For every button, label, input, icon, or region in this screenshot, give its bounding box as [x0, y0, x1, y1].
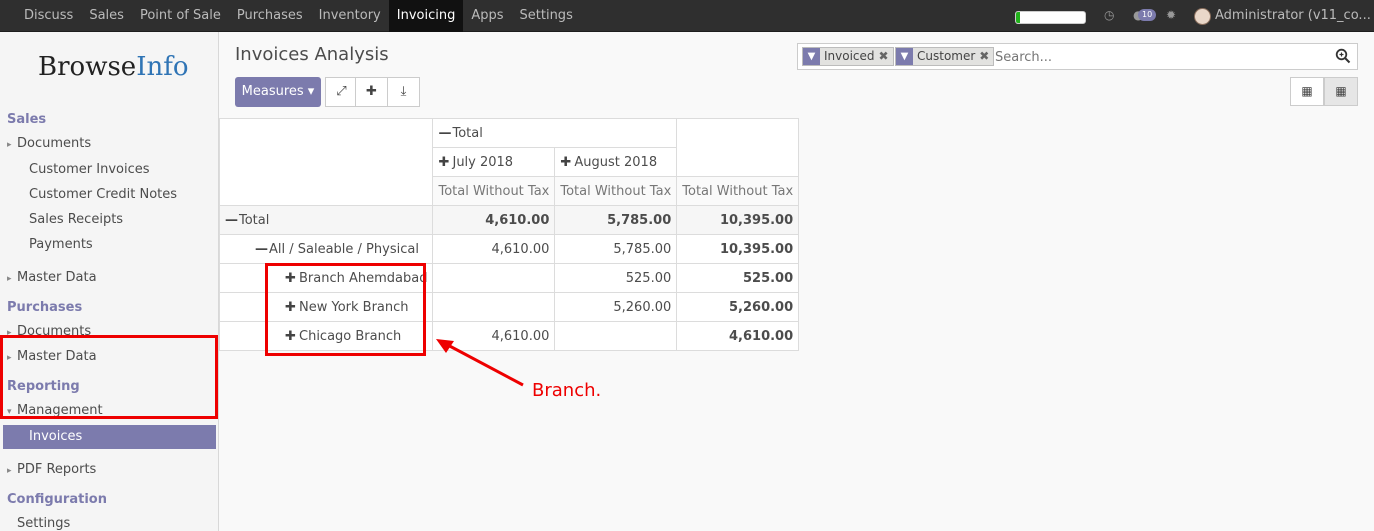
- caret-right-icon: ▸: [7, 466, 12, 476]
- cell: [554, 321, 678, 351]
- messages-badge: 10: [1138, 9, 1157, 21]
- graph-view-button[interactable]: ▦: [1290, 77, 1324, 106]
- facet-customer[interactable]: ▼ Customer ✖: [895, 47, 995, 66]
- menu-discuss[interactable]: Discuss: [16, 0, 81, 32]
- col-header-total[interactable]: —Total: [432, 118, 678, 148]
- close-icon[interactable]: ✖: [979, 49, 989, 63]
- annotation-label: Branch.: [532, 380, 602, 401]
- cell: [432, 263, 556, 293]
- flip-axis-button[interactable]: ⤢: [325, 77, 358, 107]
- menu-sales[interactable]: Sales: [81, 0, 132, 32]
- minus-icon: —: [225, 212, 238, 228]
- measure-header[interactable]: Total Without Tax: [432, 176, 556, 206]
- filter-icon: ▼: [803, 48, 820, 65]
- menu-point-of-sale[interactable]: Point of Sale: [132, 0, 229, 32]
- menu-purchases[interactable]: Purchases: [229, 0, 311, 32]
- sidebar-item-pdf-reports[interactable]: ▸ PDF Reports: [7, 462, 96, 477]
- browseinfo-logo: BrowseInfo: [38, 52, 189, 82]
- table-icon: ▦: [1335, 84, 1347, 98]
- sidebar-item-settings[interactable]: Settings: [7, 516, 70, 531]
- sidebar: BrowseInfo Sales ▸ Documents Customer Inv…: [0, 32, 219, 531]
- row-header-total[interactable]: —Total: [218, 205, 434, 235]
- avatar[interactable]: [1194, 8, 1211, 25]
- top-navbar: Discuss Sales Point of Sale Purchases In…: [0, 0, 1374, 32]
- plus-icon: ✚: [560, 154, 572, 170]
- flip-axis-icon: ⤢: [336, 84, 347, 99]
- minus-icon: —: [255, 241, 268, 257]
- menu-apps[interactable]: Apps: [463, 0, 511, 32]
- download-icon: ⤓: [400, 84, 407, 99]
- app-menu: Discuss Sales Point of Sale Purchases In…: [16, 0, 581, 32]
- search-bar: ▼ Invoiced ✖ ▼ Customer ✖: [797, 43, 1358, 70]
- col-header-july-2018[interactable]: ✚ July 2018: [432, 147, 556, 177]
- menu-inventory[interactable]: Inventory: [311, 0, 389, 32]
- clock-icon[interactable]: ◷: [1104, 8, 1114, 22]
- sidebar-item-customer-credit-notes[interactable]: Customer Credit Notes: [29, 187, 177, 202]
- sidebar-item-sales-receipts[interactable]: Sales Receipts: [29, 212, 123, 227]
- annotation-arrow-icon: [436, 339, 524, 387]
- sidebar-item-master-data[interactable]: ▸ Master Data: [7, 270, 97, 285]
- cell: 5,260.00: [554, 292, 678, 322]
- sidebar-item-invoices[interactable]: Invoices: [3, 425, 216, 449]
- sidebar-item-customer-invoices[interactable]: Customer Invoices: [29, 162, 150, 177]
- highlight-box-branches: [265, 263, 426, 356]
- sidebar-item-payments[interactable]: Payments: [29, 237, 93, 252]
- cell: 525.00: [554, 263, 678, 293]
- cell: 5,785.00: [554, 205, 678, 235]
- download-button[interactable]: ⤓: [387, 77, 420, 107]
- cell-total: 5,260.00: [676, 292, 800, 322]
- total-col-header: [676, 118, 800, 177]
- row-header-category[interactable]: —All / Saleable / Physical: [218, 234, 434, 264]
- menu-invoicing[interactable]: Invoicing: [388, 0, 464, 32]
- cell: 4,610.00: [432, 234, 556, 264]
- search-input[interactable]: [995, 48, 1315, 66]
- menu-settings[interactable]: Settings: [512, 0, 581, 32]
- plus-icon: ✚: [438, 154, 450, 170]
- close-icon[interactable]: ✖: [879, 49, 889, 63]
- measures-button[interactable]: Measures ▾: [235, 77, 321, 107]
- page-title: Invoices Analysis: [235, 44, 389, 65]
- expand-icon: ✚: [366, 84, 377, 99]
- cell: [432, 292, 556, 322]
- pivot-corner: [218, 118, 434, 206]
- section-sales: Sales: [7, 112, 47, 127]
- facet-invoiced[interactable]: ▼ Invoiced ✖: [802, 47, 894, 66]
- measure-header[interactable]: Total Without Tax: [554, 176, 678, 206]
- sidebar-item-documents[interactable]: ▸ Documents: [7, 136, 91, 151]
- table-row: —All / Saleable / Physical 4,610.00 5,78…: [218, 234, 800, 264]
- caret-right-icon: ▸: [7, 140, 12, 150]
- measure-header[interactable]: Total Without Tax: [676, 176, 800, 206]
- cell-total: 525.00: [676, 263, 800, 293]
- table-row: —Total 4,610.00 5,785.00 10,395.00: [218, 205, 800, 235]
- cell: 5,785.00: [554, 234, 678, 264]
- cell-total: 10,395.00: [676, 205, 800, 235]
- user-menu[interactable]: Administrator (v11_co...: [1215, 0, 1371, 32]
- cell: 4,610.00: [432, 205, 556, 235]
- pivot-view-button[interactable]: ▦: [1324, 77, 1358, 106]
- search-icon[interactable]: [1335, 48, 1351, 64]
- bar-chart-icon: ▦: [1301, 84, 1313, 98]
- filter-icon: ▼: [896, 48, 913, 65]
- cell-total: 10,395.00: [676, 234, 800, 264]
- section-purchases: Purchases: [7, 300, 83, 315]
- highlight-box-reporting: [0, 335, 218, 419]
- expand-all-button[interactable]: ✚: [355, 77, 388, 107]
- section-configuration: Configuration: [7, 492, 107, 507]
- progress-bar[interactable]: [1015, 11, 1086, 24]
- caret-right-icon: ▸: [7, 274, 12, 284]
- minus-icon: —: [438, 125, 452, 141]
- bug-icon[interactable]: ✹: [1166, 8, 1176, 22]
- cell-total: 4,610.00: [676, 321, 800, 351]
- col-header-august-2018[interactable]: ✚ August 2018: [554, 147, 678, 177]
